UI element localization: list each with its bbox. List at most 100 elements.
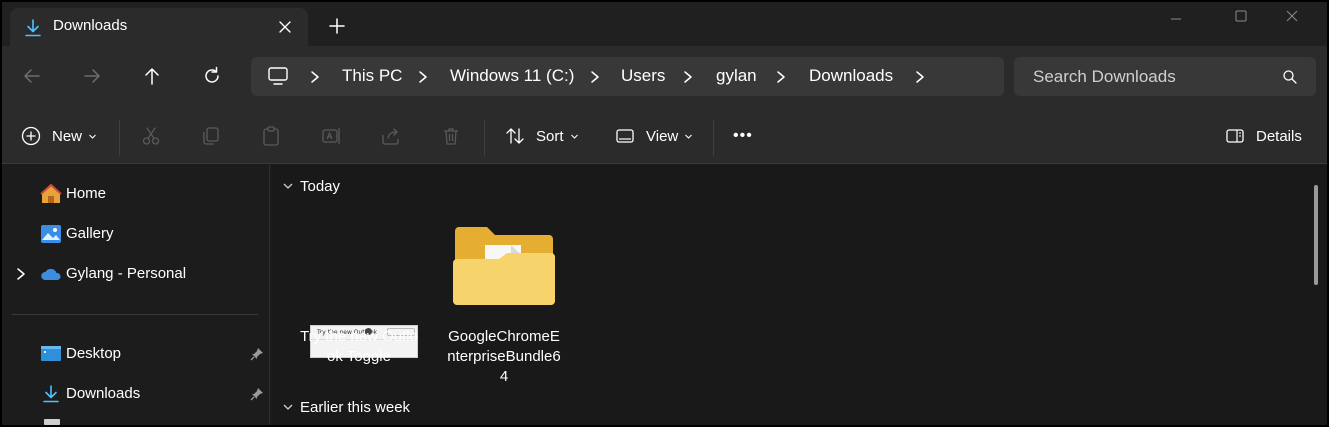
sidebar-item-onedrive[interactable]: Gylang - Personal: [2, 258, 270, 290]
chevron-right-icon[interactable]: [681, 69, 695, 85]
chevron-down-icon: [283, 183, 293, 189]
command-separator: [484, 120, 485, 156]
onedrive-cloud-icon: [41, 268, 61, 280]
sidebar-item-downloads[interactable]: Downloads: [2, 378, 270, 410]
new-label: New: [52, 127, 83, 145]
download-icon: [43, 385, 59, 403]
search-icon[interactable]: [1282, 69, 1298, 85]
file-explorer-window: Downloads This PC Windows 11 (C:) Users …: [2, 2, 1327, 425]
share-button[interactable]: [380, 122, 402, 150]
group-header-today[interactable]: Today: [282, 175, 340, 197]
more-options-icon: •••: [733, 127, 753, 144]
address-bar[interactable]: This PC Windows 11 (C:) Users gylan Down…: [251, 57, 1004, 96]
command-bar: New Sort View ••• Details: [2, 108, 1327, 164]
group-title: Today: [300, 177, 341, 195]
minimize-button[interactable]: [1153, 2, 1199, 30]
sidebar-item-gallery[interactable]: Gallery: [2, 218, 270, 250]
address-row: This PC Windows 11 (C:) Users gylan Down…: [2, 46, 1327, 108]
folder-icon: [453, 227, 555, 305]
vertical-scrollbar[interactable]: [1314, 185, 1318, 285]
close-window-button[interactable]: [1269, 2, 1315, 30]
title-bar: Downloads: [2, 2, 1327, 46]
up-arrow-icon[interactable]: [139, 63, 165, 89]
chevron-right-icon[interactable]: [308, 69, 322, 85]
chevron-down-icon: [283, 404, 293, 410]
sidebar-item-label: Gylang - Personal: [66, 265, 187, 282]
sidebar-item-desktop[interactable]: Desktop: [2, 338, 270, 370]
breadcrumb-users[interactable]: Users: [621, 66, 665, 86]
search-input[interactable]: Search Downloads: [1014, 57, 1316, 96]
clipboard-icon: [263, 126, 279, 146]
sort-label: Sort: [536, 127, 564, 145]
sidebar-item-home[interactable]: Home: [2, 178, 270, 210]
more-options-button[interactable]: •••: [733, 122, 753, 150]
file-name: Try the new Outlook Toggle: [300, 328, 418, 365]
breadcrumb-this-pc[interactable]: This PC: [342, 66, 402, 86]
maximize-button[interactable]: [1218, 2, 1264, 30]
sort-button[interactable]: Sort: [504, 122, 579, 150]
copy-icon: [203, 127, 219, 145]
file-item-chrome-bundle[interactable]: GoogleChromeEnterpriseBundle64: [445, 205, 563, 395]
tab-title: Downloads: [53, 17, 128, 34]
gallery-icon: [41, 225, 61, 243]
details-pane-icon: [1226, 129, 1244, 143]
tab-downloads[interactable]: Downloads: [10, 8, 308, 46]
share-icon: [382, 128, 399, 145]
file-name: GoogleChromeEnterpriseBundle64: [447, 328, 561, 385]
pin-icon[interactable]: [249, 346, 265, 362]
sidebar-divider: [12, 314, 258, 315]
chevron-right-icon[interactable]: [588, 69, 602, 85]
sidebar-item-label: Gallery: [66, 225, 114, 242]
chevron-right-icon[interactable]: [913, 69, 927, 85]
computer-icon[interactable]: [267, 66, 289, 86]
chevron-right-icon[interactable]: [774, 69, 788, 85]
close-tab-icon[interactable]: [274, 16, 296, 38]
new-button[interactable]: New: [20, 122, 97, 150]
close-icon: [1286, 10, 1298, 22]
cut-button[interactable]: [140, 122, 162, 150]
command-separator: [713, 120, 714, 156]
group-header-earlier-this-week[interactable]: Earlier this week: [282, 396, 410, 418]
maximize-icon: [1235, 10, 1247, 22]
group-title: Earlier this week: [300, 398, 411, 416]
minimize-icon: [1171, 18, 1181, 20]
sidebar-item-label: Home: [66, 185, 107, 202]
pin-icon[interactable]: [249, 386, 265, 402]
rename-button[interactable]: [320, 122, 342, 150]
add-circle-icon: [21, 126, 41, 146]
sidebar-item-label: Downloads: [66, 385, 141, 402]
breadcrumb-windows-c[interactable]: Windows 11 (C:): [450, 66, 574, 86]
file-list: Today Try the new Outlook Try the new Ou…: [272, 165, 1327, 425]
search-placeholder: Search Downloads: [1033, 67, 1176, 86]
chevron-right-icon[interactable]: [15, 267, 27, 281]
sort-icon: [506, 128, 524, 144]
view-label: View: [646, 127, 679, 145]
navigation-pane: Home Gallery Gylang - Personal Desktop D…: [2, 165, 270, 425]
paste-button[interactable]: [260, 122, 282, 150]
partially-visible-icon: [44, 419, 60, 425]
back-arrow-icon[interactable]: [19, 63, 45, 89]
copy-button[interactable]: [200, 122, 222, 150]
trash-icon: [444, 128, 458, 145]
download-icon: [25, 19, 41, 37]
chevron-down-icon: [89, 134, 96, 139]
chevron-down-icon: [570, 134, 578, 139]
refresh-icon[interactable]: [199, 63, 225, 89]
details-label: Details: [1256, 127, 1302, 145]
breadcrumb-downloads[interactable]: Downloads: [809, 66, 893, 86]
chevron-down-icon: [685, 134, 693, 139]
sidebar-item-label: Desktop: [66, 345, 122, 362]
details-button[interactable]: Details: [1224, 122, 1302, 150]
delete-button[interactable]: [440, 122, 462, 150]
chevron-right-icon[interactable]: [416, 69, 430, 85]
desktop-folder-icon: [41, 346, 61, 361]
breadcrumb-gylan[interactable]: gylan: [716, 66, 757, 86]
file-item-outlook-toggle[interactable]: Try the new Outlook Try the new Outlook …: [300, 205, 418, 375]
scissors-icon: [142, 127, 160, 145]
forward-arrow-icon[interactable]: [79, 63, 105, 89]
new-tab-icon[interactable]: [326, 15, 348, 37]
rename-icon: [322, 128, 340, 144]
view-icon: [616, 129, 634, 143]
home-icon: [40, 184, 62, 203]
view-button[interactable]: View: [614, 122, 693, 150]
